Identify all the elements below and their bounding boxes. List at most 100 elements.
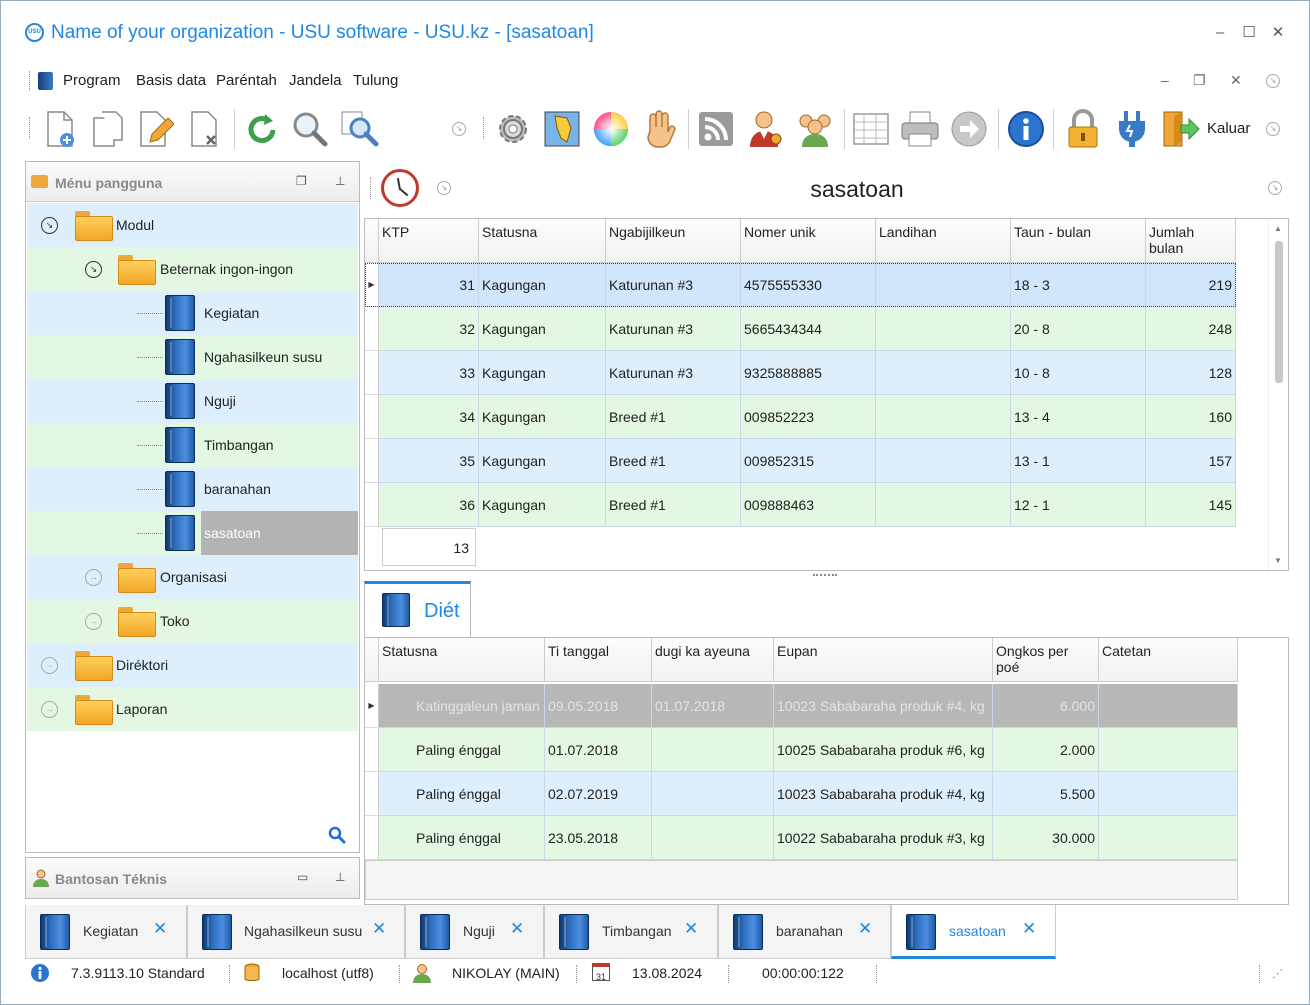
col-statusna[interactable]: Statusna <box>479 219 606 263</box>
minimize-window-icon[interactable]: – <box>1210 23 1230 43</box>
col-ngabijilkeun[interactable]: Ngabijilkeun <box>606 219 741 263</box>
menu-program[interactable]: Program <box>63 72 121 89</box>
exit-label[interactable]: Kaluar <box>1207 120 1250 137</box>
arrow-right-icon[interactable] <box>948 107 990 151</box>
app-menu-icon[interactable] <box>38 72 53 90</box>
close-window-icon[interactable]: ✕ <box>1268 23 1288 43</box>
tree-item-timbangan[interactable]: Timbangan <box>27 423 358 467</box>
col-statusna[interactable]: Statusna <box>379 638 545 682</box>
tab-nguji[interactable]: Nguji ✕ <box>405 905 544 959</box>
maximize-window-icon[interactable]: ☐ <box>1239 23 1259 43</box>
col-catetan[interactable]: Catetan <box>1099 638 1238 682</box>
panel-splitter[interactable] <box>813 574 837 577</box>
view-options-right-icon[interactable]: ↘ <box>1268 181 1282 195</box>
user-key-icon[interactable] <box>745 107 787 151</box>
refresh-icon[interactable] <box>241 107 283 151</box>
mdi-minimize-icon[interactable]: – <box>1161 72 1169 88</box>
toolbar-options-right-icon[interactable]: ↘ <box>1266 122 1280 136</box>
col-dugi-ka-ayeuna[interactable]: dugi ka ayeuna <box>652 638 774 682</box>
menu-jandela[interactable]: Jandela <box>289 72 342 89</box>
scroll-down-icon[interactable]: ▼ <box>1274 556 1282 565</box>
copy-icon[interactable] <box>87 107 129 151</box>
map-icon[interactable] <box>541 107 583 151</box>
close-tab-icon[interactable]: ✕ <box>684 919 698 939</box>
search-icon[interactable] <box>289 107 331 151</box>
table-row[interactable]: ▶ 31 Kagungan Katurunan #3 4575555330 18… <box>365 263 1236 307</box>
close-tab-icon[interactable]: ✕ <box>858 919 872 939</box>
settings-icon[interactable] <box>492 107 534 151</box>
tree-search-icon[interactable] <box>328 826 346 847</box>
collapse-icon[interactable]: ↘ <box>85 261 102 278</box>
expand-icon[interactable]: → <box>85 569 102 586</box>
tree-item-kegiatan[interactable]: Kegiatan <box>27 291 358 335</box>
tab-ngahasilkeun-susu[interactable]: Ngahasilkeun susu ✕ <box>187 905 405 959</box>
hand-icon[interactable] <box>638 107 680 151</box>
panel-pin-icon[interactable]: ⊥ <box>335 174 345 188</box>
tab-sasatoan[interactable]: sasatoan ✕ <box>891 905 1056 959</box>
collapse-icon[interactable]: ↘ <box>41 217 58 234</box>
col-ktp[interactable]: KTP <box>379 219 479 263</box>
table-row[interactable]: 36 Kagungan Breed #1 009888463 12 - 1 14… <box>365 483 1236 527</box>
menu-tulung[interactable]: Tulung <box>353 72 398 89</box>
tree-item-toko[interactable]: → Toko <box>27 599 358 643</box>
menu-parentah[interactable]: Paréntah <box>216 72 277 89</box>
expand-icon[interactable]: → <box>41 657 58 674</box>
menu-basis-data[interactable]: Basis data <box>136 72 206 89</box>
delete-icon[interactable] <box>183 107 225 151</box>
col-landihan[interactable]: Landihan <box>876 219 1011 263</box>
tab-baranahan[interactable]: baranahan ✕ <box>718 905 891 959</box>
table-row[interactable]: Paling énggal 23.05.2018 10022 Sababarah… <box>365 816 1238 860</box>
expand-icon[interactable]: → <box>41 701 58 718</box>
panel-float-icon[interactable]: ❐ <box>296 174 307 188</box>
grid-scrollbar[interactable]: ▲ ▼ <box>1268 219 1288 570</box>
expand-icon[interactable]: → <box>85 613 102 630</box>
table-row[interactable]: Paling énggal 02.07.2019 10023 Sababarah… <box>365 772 1238 816</box>
scroll-thumb[interactable] <box>1275 241 1283 383</box>
info-icon[interactable] <box>1005 107 1047 151</box>
plug-icon[interactable] <box>1111 107 1153 151</box>
lock-icon[interactable] <box>1062 107 1104 151</box>
table-row[interactable]: 33 Kagungan Katurunan #3 9325888885 10 -… <box>365 351 1236 395</box>
col-eupan[interactable]: Eupan <box>774 638 993 682</box>
resize-grip[interactable]: ⋰ <box>1272 967 1283 980</box>
table-icon[interactable] <box>850 107 892 151</box>
clock-icon[interactable] <box>381 169 419 207</box>
advanced-search-icon[interactable] <box>339 107 381 151</box>
close-tab-icon[interactable]: ✕ <box>153 919 167 939</box>
close-tab-icon[interactable]: ✕ <box>510 919 524 939</box>
tree-item-laporan[interactable]: → Laporan <box>27 687 358 731</box>
toolbar-options-icon[interactable]: ↘ <box>452 122 466 136</box>
panel-minimize-icon[interactable]: ▭ <box>297 870 308 884</box>
color-wheel-icon[interactable] <box>590 107 632 151</box>
tree-item-nguji[interactable]: Nguji <box>27 379 358 423</box>
tree-item-beternak[interactable]: ↘ Beternak ingon-ingon <box>27 247 358 291</box>
table-row[interactable]: 32 Kagungan Katurunan #3 5665434344 20 -… <box>365 307 1236 351</box>
tree-item-ngahasilkeun-susu[interactable]: Ngahasilkeun susu <box>27 335 358 379</box>
tab-timbangan[interactable]: Timbangan ✕ <box>544 905 718 959</box>
tree-item-direktori[interactable]: → Diréktori <box>27 643 358 687</box>
rss-icon[interactable] <box>695 107 737 151</box>
col-ti-tanggal[interactable]: Ti tanggal <box>545 638 652 682</box>
panel-pin-icon[interactable]: ⊥ <box>335 870 345 884</box>
new-document-icon[interactable] <box>39 107 81 151</box>
table-row[interactable]: 35 Kagungan Breed #1 009852315 13 - 1 15… <box>365 439 1236 483</box>
tree-item-sasatoan[interactable]: sasatoan <box>27 511 358 555</box>
tree-item-organisasi[interactable]: → Organisasi <box>27 555 358 599</box>
tree-item-modul[interactable]: ↘ Modul <box>27 203 358 247</box>
tab-kegiatan[interactable]: Kegiatan ✕ <box>25 905 187 959</box>
col-taun-bulan[interactable]: Taun - bulan <box>1011 219 1146 263</box>
view-options-icon[interactable]: ↘ <box>437 181 451 195</box>
menu-options-icon[interactable]: ↘ <box>1266 74 1280 88</box>
col-jumlah-bulan[interactable]: Jumlah bulan <box>1146 219 1236 263</box>
col-nomer-unik[interactable]: Nomer unik <box>741 219 876 263</box>
tab-diet[interactable]: Diét <box>364 581 471 637</box>
table-row[interactable]: 34 Kagungan Breed #1 009852223 13 - 4 16… <box>365 395 1236 439</box>
close-tab-icon[interactable]: ✕ <box>1022 919 1036 939</box>
mdi-restore-icon[interactable]: ❐ <box>1193 72 1206 89</box>
tree-item-baranahan[interactable]: baranahan <box>27 467 358 511</box>
table-row[interactable]: Paling énggal 01.07.2018 10025 Sababarah… <box>365 728 1238 772</box>
printer-icon[interactable] <box>899 107 941 151</box>
table-row[interactable]: ▶ Katinggaleun jaman 09.05.2018 01.07.20… <box>365 684 1238 728</box>
scroll-up-icon[interactable]: ▲ <box>1274 224 1282 233</box>
col-ongkos-per-poe[interactable]: Ongkos per poé <box>993 638 1099 682</box>
